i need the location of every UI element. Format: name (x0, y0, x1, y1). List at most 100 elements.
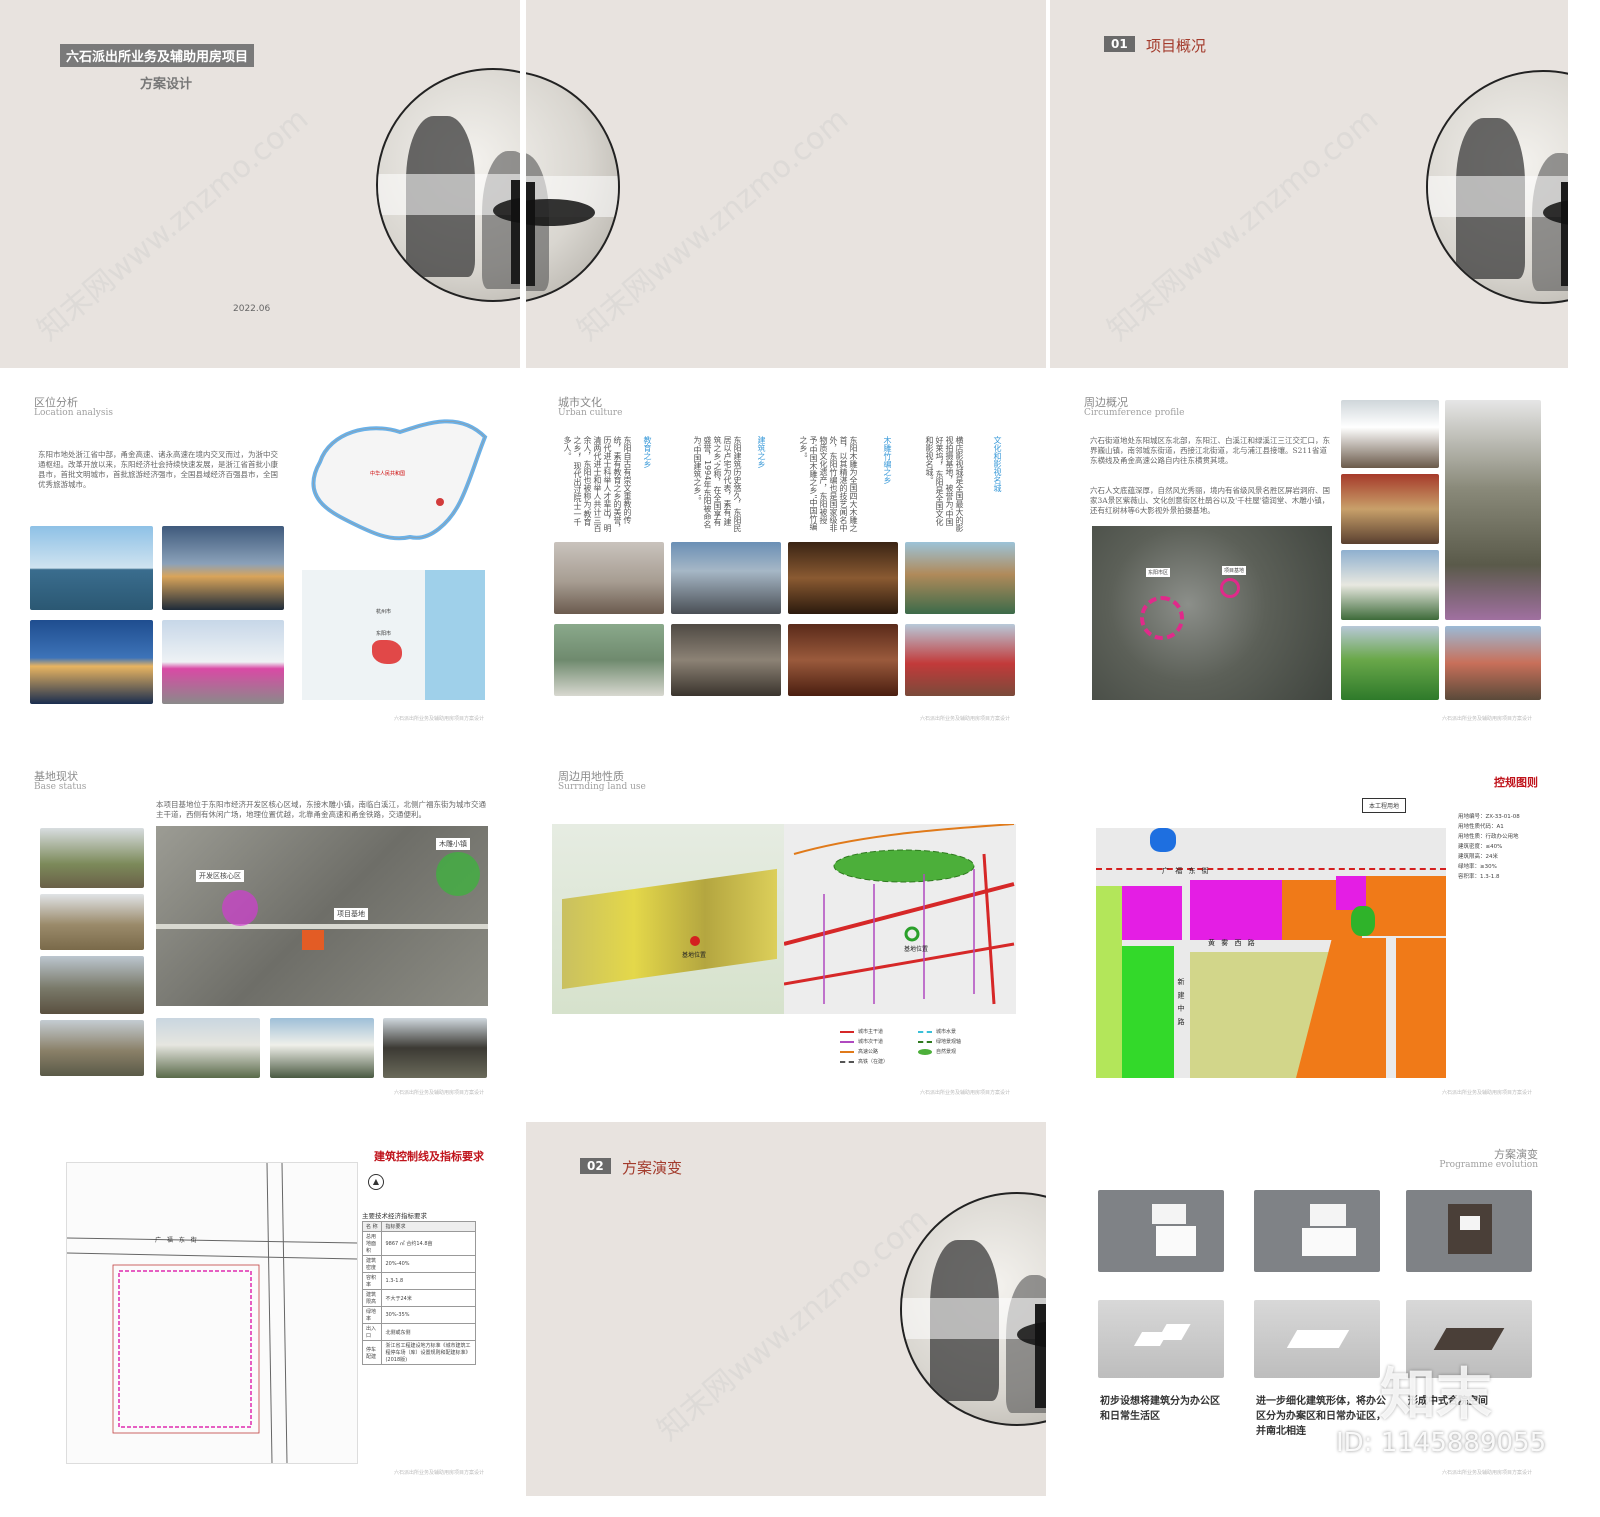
info-line: 绿地率：≥30% (1458, 864, 1497, 870)
china-map: 中华人民共和国 (290, 402, 490, 552)
page-subtitle: Base status (34, 782, 87, 792)
label-core-area: 开发区核心区 (196, 870, 244, 882)
blank-cover-page (526, 0, 1046, 368)
photo-film-town (905, 542, 1015, 614)
photo-riverside-night (30, 620, 153, 704)
section-01-page: 01 项目概况 (1050, 0, 1568, 368)
section-title: 方案演变 (622, 1159, 683, 1177)
map-label-dongyang: 东阳市 (376, 631, 392, 637)
control-info: 用地编号：ZX-33-01-08 用地性质代码：A1 用地性质：行政办公用地 建… (1458, 812, 1558, 882)
brand-logo: 知末 (1380, 1363, 1492, 1428)
photo-site-2 (40, 894, 144, 950)
legend-main-road: 城市主干道 (840, 1028, 883, 1035)
ink-painting-circle (1426, 70, 1568, 304)
map-label-site: 项目基地 (1222, 566, 1247, 575)
section-number: 02 (580, 1158, 611, 1174)
street-label-guangfu: 广 福 东 街 (155, 1237, 199, 1244)
control-plan-map: 广 福 东 街 黄 雾 西 路 新 建 中 路 (1096, 828, 1446, 1078)
base-text: 本项目基地位于东阳市经济开发区核心区域，东接木雕小镇，南临白溪江，北侧广福东街为… (156, 800, 486, 819)
photo-landmark-building (162, 620, 284, 704)
section-title: 项目概况 (1146, 37, 1207, 55)
photo-relief-carving (788, 624, 898, 696)
culture-col3-head: 木雕竹编之乡 (883, 436, 892, 484)
page-subtitle: Circumference profile (1084, 408, 1185, 418)
info-line: 建筑限高：24米 (1458, 854, 1498, 860)
photo-site-4 (40, 1020, 144, 1076)
surround-text-2: 六石人文底蕴深厚，自然风光秀丽，境内有省级风景名胜区屏岩洞府、国家3A景区紫薇山… (1090, 486, 1330, 515)
photo-old-wall (554, 542, 664, 614)
location-page: 区位分析 Location analysis 东阳市地处浙江省中部，甬金高速、诸… (0, 374, 520, 742)
culture-col4-head: 文化和影视名城 (993, 436, 1002, 492)
map-label-hangzhou: 杭州市 (376, 609, 392, 615)
landuse-page: 周边用地性质 Surrnding land use 基地位置 基地位置 城市主干… (526, 748, 1046, 1116)
control-plan-page: 控规图则 广 福 东 街 黄 雾 西 路 新 建 中 路 本工程用地 用地编号：… (1050, 748, 1568, 1116)
page-subtitle: Location analysis (34, 408, 113, 418)
info-line: 用地性质代码：A1 (1458, 824, 1504, 830)
photo-gatehouse (1341, 400, 1439, 468)
street-label-guangfu: 广 福 东 街 (1162, 867, 1211, 875)
cover-date: 2022.06 (233, 304, 271, 314)
table-row: 绿地率 30%-35% (361, 1306, 476, 1324)
label-site: 项目基地 (334, 908, 368, 920)
landuse-map: 基地位置 (552, 824, 784, 1014)
map-label-site-a: 基地位置 (682, 952, 707, 959)
photo-rock-cliff (1445, 400, 1541, 620)
photo-white-houses (270, 1018, 374, 1078)
page-footer: 六石派出所业务及辅助用房项目方案设计 (393, 716, 484, 722)
section-02-page: 02 方案演变 (526, 1122, 1046, 1496)
table-row: 容积率 1.3-1.8 (361, 1272, 476, 1290)
table-row: 出入口 北侧或东侧 (361, 1323, 476, 1341)
legend-nature: 自然景观 (918, 1048, 956, 1055)
legend-green-axis: 绿地景观轴 (918, 1038, 961, 1045)
road-network-map: 基地位置 (783, 823, 1016, 1014)
base-page: 基地现状 Base status 本项目基地位于东阳市经济开发区核心区域，东接木… (0, 748, 520, 1116)
massing-model-2a (1254, 1190, 1380, 1272)
massing-model-1a (1098, 1190, 1224, 1272)
culture-col2-head: 建筑之乡 (757, 436, 766, 468)
page-footer: 六石派出所业务及辅助用房项目方案设计 (393, 1090, 484, 1096)
info-line: 容积率：1.3-1.8 (1458, 874, 1500, 880)
info-line: 用地编号：ZX-33-01-08 (1458, 814, 1520, 820)
massing-model-3a (1406, 1190, 1532, 1272)
photo-village (156, 1018, 260, 1078)
photo-aerial-campus (554, 624, 664, 696)
photo-red-gate (1341, 474, 1439, 544)
indicator-table-title: 主要技术经济指标要求 (362, 1212, 427, 1220)
photo-ancient-courtyard (671, 624, 781, 696)
page-title: 控规图则 (1494, 776, 1538, 789)
map-label-site-b: 基地位置 (904, 946, 929, 953)
photo-wood-carving (788, 542, 898, 614)
page-subtitle: Programme evolution (1439, 1160, 1538, 1170)
landuse-legend: 城市主干道 城市次干道 高速公路 高铁（在建） 城市水景 绿地景观轴 自然景观 (840, 1028, 1000, 1078)
legend-water: 城市水景 (918, 1028, 956, 1035)
section-number: 01 (1104, 36, 1135, 52)
map-label-city: 东阳市区 (1146, 568, 1171, 577)
map-label-china: 中华人民共和国 (370, 471, 406, 477)
ink-painting-circle (900, 1192, 1046, 1426)
culture-col1: 东阳自古有崇文重教的传统，素有教育之乡的美誉，历代进士科举人才辈出，明清两代进士… (563, 436, 632, 532)
compass-icon: ▲ (368, 1174, 384, 1190)
surround-text-1: 六石街道地处东阳城区东北部，东阳江、白溪江和绿溪江三江交汇口，东界巍山镇，南邻城… (1090, 436, 1330, 465)
massing-model-2b (1254, 1300, 1380, 1378)
table-row: 名 称指标要求 (361, 1221, 476, 1232)
cover-page: 六石派出所业务及辅助用房项目 方案设计 2022.06 (0, 0, 520, 368)
page-footer: 六石派出所业务及辅助用房项目方案设计 (393, 1470, 484, 1476)
indicator-table: 名 称指标要求 总用地面积 9867 ㎡ 合约14.8亩 建筑密度 20%-40% … (361, 1221, 476, 1365)
ink-painting-circle (526, 70, 620, 304)
table-row: 建筑限高 不大于24米 (361, 1289, 476, 1307)
page-title: 建筑控制线及指标要求 (374, 1150, 484, 1163)
page-footer: 六石派出所业务及辅助用房项目方案设计 (919, 1090, 1010, 1096)
photo-site-1 (40, 828, 144, 888)
legend-railway: 高铁（在建） (840, 1058, 888, 1065)
photo-crowd-festival (1445, 626, 1541, 700)
redline-page: 建筑控制线及指标要求 ▲ 广 福 东 街 主要技术经济指标要求 名 称指标要求 … (0, 1122, 520, 1496)
evolution-caption-1: 初步设想将建筑分为办公区和日常生活区 (1100, 1396, 1220, 1422)
zhejiang-map: 杭州市 东阳市 (302, 570, 485, 700)
photo-city-night (162, 526, 284, 610)
label-mudiao-town: 木雕小镇 (436, 838, 470, 850)
table-row: 建筑密度 20%-40% (361, 1255, 476, 1273)
culture-col3: 东阳木雕为全国四大木雕之首，以其精湛的技艺闻名中外，东阳竹编也是国家级非物质文化… (799, 436, 858, 532)
cover-subtitle: 方案设计 (140, 77, 193, 92)
cover-title: 六石派出所业务及辅助用房项目 (60, 44, 255, 67)
satellite-map: 东阳市区 项目基地 (1092, 526, 1332, 700)
